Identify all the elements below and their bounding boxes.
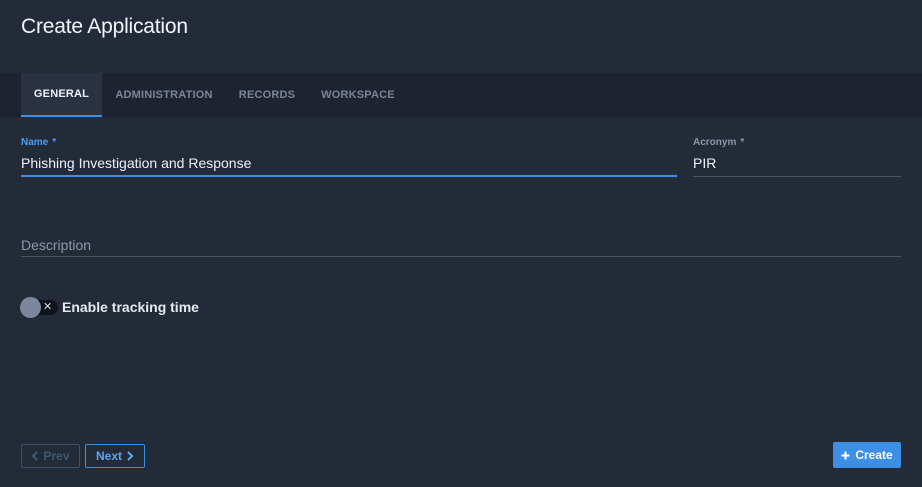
name-input[interactable]	[21, 151, 677, 175]
prev-button[interactable]: Prev	[21, 444, 80, 468]
name-required-marker: *	[52, 137, 57, 148]
next-button-label: Next	[95, 449, 122, 463]
tab-workspace[interactable]: WORKSPACE	[317, 73, 399, 117]
chevron-left-icon	[31, 451, 39, 461]
acronym-required-marker: *	[740, 137, 745, 148]
acronym-field-label: Acronym *	[693, 137, 744, 148]
tab-records[interactable]: RECORDS	[233, 73, 301, 117]
description-field-underline	[21, 256, 901, 257]
create-button[interactable]: Create	[833, 442, 901, 468]
create-button-label: Create	[855, 448, 893, 462]
description-input[interactable]: Description	[21, 237, 91, 253]
prev-button-label: Prev	[43, 449, 70, 463]
name-field-underline	[21, 175, 677, 177]
name-field-label: Name *	[21, 137, 56, 148]
dialog-title: Create Application	[21, 15, 188, 38]
tab-administration[interactable]: ADMINISTRATION	[110, 73, 218, 117]
tracking-toggle[interactable]: ✕	[20, 297, 58, 318]
toggle-knob	[20, 297, 41, 318]
tab-general[interactable]: GENERAL	[21, 73, 102, 117]
tracking-toggle-label: Enable tracking time	[62, 299, 199, 315]
toggle-off-icon: ✕	[43, 301, 53, 313]
name-label-text: Name	[21, 137, 49, 148]
next-button[interactable]: Next	[85, 444, 145, 468]
plus-icon	[841, 451, 850, 460]
acronym-input[interactable]	[693, 151, 901, 175]
tab-bar: GENERAL ADMINISTRATION RECORDS WORKSPACE	[0, 73, 922, 117]
chevron-right-icon	[127, 451, 134, 461]
create-application-dialog: Create Application GENERAL ADMINISTRATIO…	[0, 0, 922, 487]
acronym-label-text: Acronym	[693, 137, 737, 148]
acronym-field-underline	[693, 176, 901, 177]
